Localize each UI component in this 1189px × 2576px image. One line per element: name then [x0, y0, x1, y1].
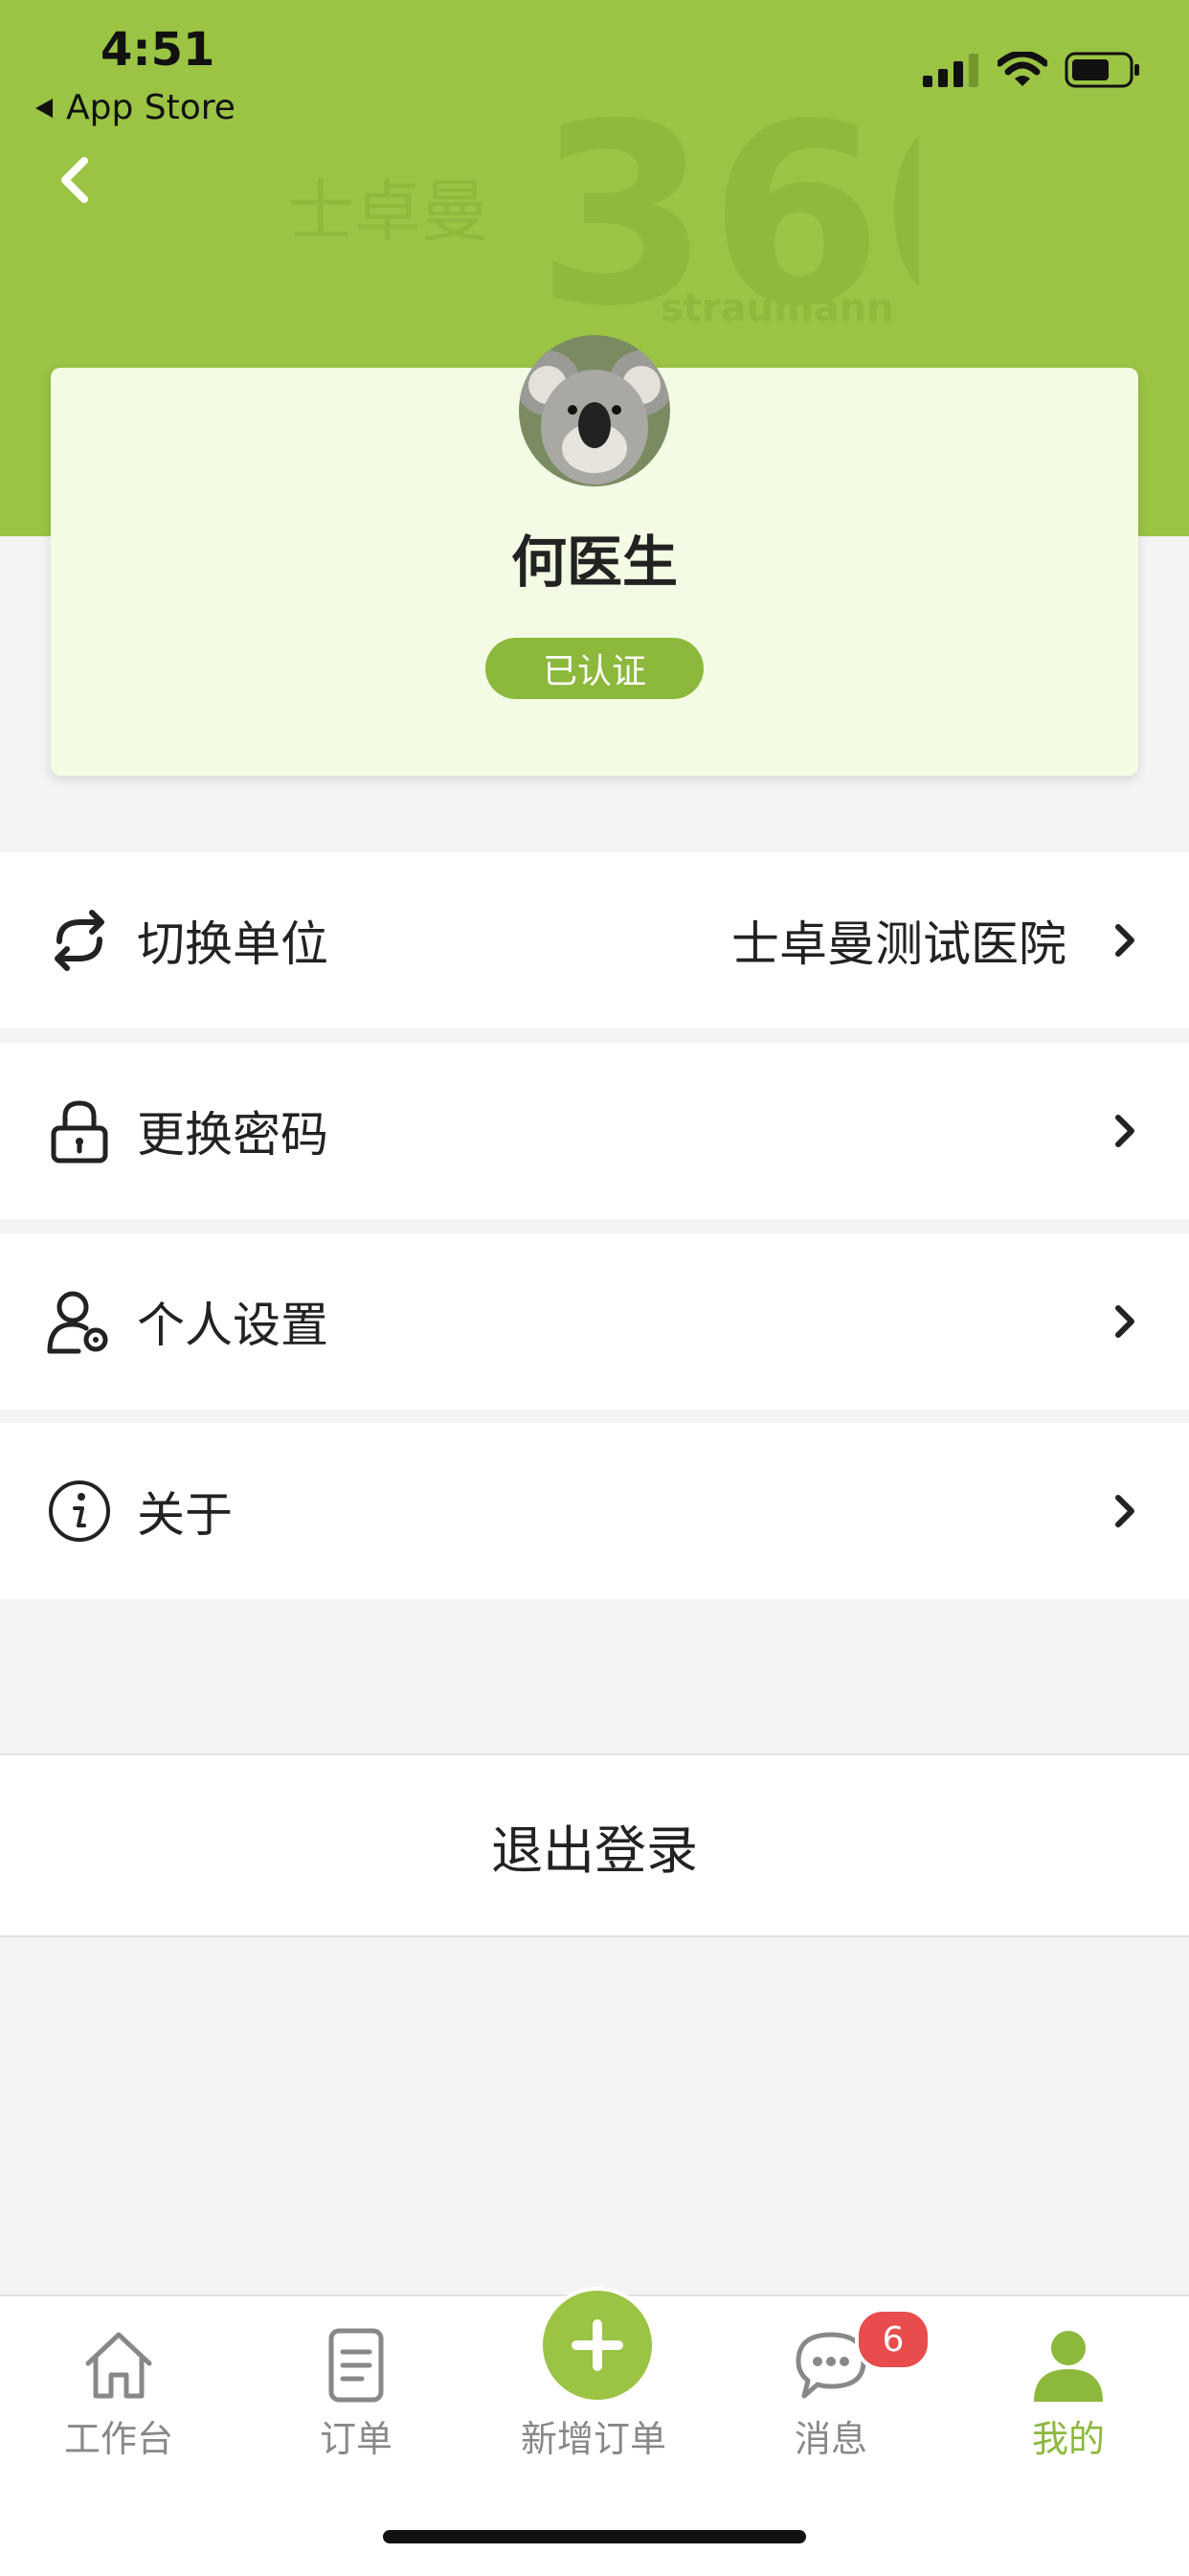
user-settings-icon [47, 1291, 108, 1354]
tab-workbench[interactable]: 工作台 [0, 2316, 237, 2460]
menu-switch-unit[interactable]: 切换单位 士卓曼测试医院 [0, 852, 1189, 1028]
menu-label: 切换单位 [137, 916, 328, 972]
back-app-label: App Store [66, 88, 236, 127]
signal-icon [923, 54, 978, 87]
tab-new-order[interactable]: 新增订单 [475, 2287, 712, 2460]
avatar[interactable] [519, 335, 670, 486]
chevron-right-icon [1115, 1305, 1134, 1338]
tab-label: 工作台 [63, 2418, 173, 2460]
menu-label: 关于 [137, 1487, 233, 1543]
home-icon [85, 2332, 152, 2399]
tab-label: 订单 [319, 2418, 393, 2460]
nav-back-icon[interactable] [48, 151, 105, 209]
back-triangle-icon [35, 98, 53, 118]
tab-mine[interactable]: 我的 [950, 2316, 1187, 2460]
menu-label: 更换密码 [137, 1107, 328, 1163]
svg-text:straumann: straumann [661, 286, 894, 326]
tab-orders[interactable]: 订单 [237, 2316, 475, 2460]
status-time: 4:51 [101, 23, 215, 77]
status-bar: 4:51 App Store [0, 0, 1189, 134]
switch-icon [55, 910, 104, 971]
message-count-badge: 6 [855, 2308, 931, 2371]
chevron-right-icon [1115, 924, 1134, 957]
new-order-button[interactable] [539, 2287, 656, 2404]
koala-avatar-image [519, 335, 670, 486]
profile-name: 何医生 [510, 530, 678, 595]
chevron-right-icon [1115, 1115, 1134, 1147]
home-indicator [383, 2530, 806, 2543]
lock-icon [51, 1100, 108, 1164]
current-unit-value: 士卓曼测试医院 [731, 916, 1066, 972]
battery-icon [1065, 52, 1139, 88]
status-icons [923, 52, 1141, 88]
chevron-right-icon [1115, 1495, 1134, 1527]
back-to-app-store[interactable]: App Store [34, 88, 236, 127]
wifi-icon [998, 52, 1047, 86]
menu-change-password[interactable]: 更换密码 [0, 1043, 1189, 1219]
menu-personal-settings[interactable]: 个人设置 [0, 1233, 1189, 1410]
logout-button[interactable]: 退出登录 [0, 1753, 1189, 1937]
svg-text:士卓曼: 士卓曼 [287, 172, 488, 251]
plus-icon [572, 2319, 623, 2371]
verified-badge: 已认证 [485, 638, 704, 699]
menu-label: 个人设置 [137, 1298, 328, 1353]
tab-label: 新增订单 [520, 2418, 666, 2460]
profile-icon [1034, 2331, 1103, 2402]
tab-label: 消息 [794, 2418, 867, 2460]
info-icon [49, 1480, 110, 1542]
tab-label: 我的 [1031, 2418, 1105, 2460]
menu-about[interactable]: 关于 [0, 1423, 1189, 1599]
order-icon [328, 2328, 384, 2403]
